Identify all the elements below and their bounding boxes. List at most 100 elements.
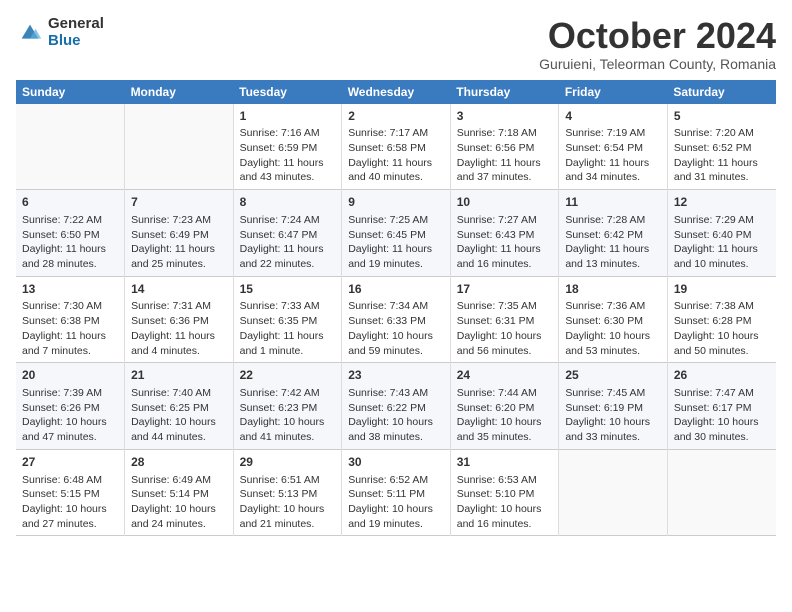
calendar-cell: 30 Sunrise: 6:52 AM Sunset: 5:11 PM Dayli… [342, 449, 451, 536]
day-number: 20 [22, 367, 118, 384]
day-number: 18 [565, 281, 661, 298]
calendar-cell [16, 104, 125, 190]
day-number: 22 [240, 367, 336, 384]
day-info: Sunrise: 7:20 AM Sunset: 6:52 PM Dayligh… [674, 126, 770, 185]
weekday-header-tuesday: Tuesday [233, 80, 342, 104]
day-number: 30 [348, 454, 444, 471]
day-number: 26 [674, 367, 770, 384]
calendar-cell: 13Sunrise: 7:30 AM Sunset: 6:38 PM Dayli… [16, 276, 125, 363]
day-number: 14 [131, 281, 227, 298]
day-info: Sunrise: 6:51 AM Sunset: 5:13 PM Dayligh… [240, 473, 336, 532]
day-number: 16 [348, 281, 444, 298]
day-number: 31 [457, 454, 553, 471]
calendar-cell [667, 449, 776, 536]
calendar-cell: 1Sunrise: 7:16 AM Sunset: 6:59 PM Daylig… [233, 104, 342, 190]
calendar-cell: 29 Sunrise: 6:51 AM Sunset: 5:13 PM Dayli… [233, 449, 342, 536]
weekday-header-monday: Monday [125, 80, 234, 104]
calendar-cell: 25Sunrise: 7:45 AM Sunset: 6:19 PM Dayli… [559, 363, 668, 450]
day-info: Sunrise: 7:31 AM Sunset: 6:36 PM Dayligh… [131, 299, 227, 358]
day-info: Sunrise: 7:40 AM Sunset: 6:25 PM Dayligh… [131, 386, 227, 445]
calendar-cell: 2Sunrise: 7:17 AM Sunset: 6:58 PM Daylig… [342, 104, 451, 190]
day-info: Sunrise: 7:35 AM Sunset: 6:31 PM Dayligh… [457, 299, 553, 358]
day-info: Sunrise: 7:42 AM Sunset: 6:23 PM Dayligh… [240, 386, 336, 445]
weekday-header-sunday: Sunday [16, 80, 125, 104]
title-block: October 2024 Guruieni, Teleorman County,… [539, 16, 776, 72]
calendar-week-row: 20Sunrise: 7:39 AM Sunset: 6:26 PM Dayli… [16, 363, 776, 450]
logo: General Blue [16, 16, 104, 49]
day-info: Sunrise: 6:53 AM Sunset: 5:10 PM Dayligh… [457, 473, 553, 532]
day-info: Sunrise: 7:29 AM Sunset: 6:40 PM Dayligh… [674, 213, 770, 272]
day-number: 23 [348, 367, 444, 384]
calendar-week-row: 6Sunrise: 7:22 AM Sunset: 6:50 PM Daylig… [16, 190, 776, 277]
weekday-header-wednesday: Wednesday [342, 80, 451, 104]
calendar-cell: 3Sunrise: 7:18 AM Sunset: 6:56 PM Daylig… [450, 104, 559, 190]
calendar-week-row: 13Sunrise: 7:30 AM Sunset: 6:38 PM Dayli… [16, 276, 776, 363]
day-number: 9 [348, 194, 444, 211]
day-number: 21 [131, 367, 227, 384]
day-info: Sunrise: 7:23 AM Sunset: 6:49 PM Dayligh… [131, 213, 227, 272]
day-info: Sunrise: 7:28 AM Sunset: 6:42 PM Dayligh… [565, 213, 661, 272]
calendar-cell: 11Sunrise: 7:28 AM Sunset: 6:42 PM Dayli… [559, 190, 668, 277]
day-info: Sunrise: 7:47 AM Sunset: 6:17 PM Dayligh… [674, 386, 770, 445]
calendar-cell: 28 Sunrise: 6:49 AM Sunset: 5:14 PM Dayli… [125, 449, 234, 536]
calendar-cell: 18Sunrise: 7:36 AM Sunset: 6:30 PM Dayli… [559, 276, 668, 363]
day-info: Sunrise: 7:36 AM Sunset: 6:30 PM Dayligh… [565, 299, 661, 358]
calendar-cell: 9Sunrise: 7:25 AM Sunset: 6:45 PM Daylig… [342, 190, 451, 277]
day-info: Sunrise: 7:24 AM Sunset: 6:47 PM Dayligh… [240, 213, 336, 272]
day-info: Sunrise: 6:49 AM Sunset: 5:14 PM Dayligh… [131, 473, 227, 532]
calendar-body: 1Sunrise: 7:16 AM Sunset: 6:59 PM Daylig… [16, 104, 776, 536]
day-info: Sunrise: 7:44 AM Sunset: 6:20 PM Dayligh… [457, 386, 553, 445]
logo-general: General [48, 16, 104, 33]
day-info: Sunrise: 7:19 AM Sunset: 6:54 PM Dayligh… [565, 126, 661, 185]
calendar-cell: 15Sunrise: 7:33 AM Sunset: 6:35 PM Dayli… [233, 276, 342, 363]
day-info: Sunrise: 7:18 AM Sunset: 6:56 PM Dayligh… [457, 126, 553, 185]
calendar-cell [125, 104, 234, 190]
calendar-cell: 5Sunrise: 7:20 AM Sunset: 6:52 PM Daylig… [667, 104, 776, 190]
day-number: 15 [240, 281, 336, 298]
calendar-cell [559, 449, 668, 536]
calendar-table: SundayMondayTuesdayWednesdayThursdayFrid… [16, 80, 776, 537]
day-number: 24 [457, 367, 553, 384]
day-info: Sunrise: 7:38 AM Sunset: 6:28 PM Dayligh… [674, 299, 770, 358]
day-info: Sunrise: 7:33 AM Sunset: 6:35 PM Dayligh… [240, 299, 336, 358]
day-number: 28 [131, 454, 227, 471]
calendar-cell: 26 Sunrise: 7:47 AM Sunset: 6:17 PM Dayli… [667, 363, 776, 450]
day-info: Sunrise: 6:48 AM Sunset: 5:15 PM Dayligh… [22, 473, 118, 532]
day-number: 3 [457, 108, 553, 125]
page-header: General Blue October 2024 Guruieni, Tele… [16, 16, 776, 72]
calendar-cell: 8 Sunrise: 7:24 AM Sunset: 6:47 PM Daylig… [233, 190, 342, 277]
calendar-cell: 12 Sunrise: 7:29 AM Sunset: 6:40 PM Dayli… [667, 190, 776, 277]
month-title: October 2024 [539, 16, 776, 56]
calendar-cell: 24 Sunrise: 7:44 AM Sunset: 6:20 PM Dayli… [450, 363, 559, 450]
logo-text: General Blue [48, 16, 104, 49]
calendar-cell: 16Sunrise: 7:34 AM Sunset: 6:33 PM Dayli… [342, 276, 451, 363]
day-number: 13 [22, 281, 118, 298]
day-info: Sunrise: 7:43 AM Sunset: 6:22 PM Dayligh… [348, 386, 444, 445]
day-info: Sunrise: 6:52 AM Sunset: 5:11 PM Dayligh… [348, 473, 444, 532]
day-number: 29 [240, 454, 336, 471]
logo-icon [16, 19, 44, 47]
weekday-header-friday: Friday [559, 80, 668, 104]
weekday-header-row: SundayMondayTuesdayWednesdayThursdayFrid… [16, 80, 776, 104]
calendar-week-row: 1Sunrise: 7:16 AM Sunset: 6:59 PM Daylig… [16, 104, 776, 190]
calendar-cell: 7Sunrise: 7:23 AM Sunset: 6:49 PM Daylig… [125, 190, 234, 277]
calendar-cell: 10 Sunrise: 7:27 AM Sunset: 6:43 PM Dayli… [450, 190, 559, 277]
day-info: Sunrise: 7:34 AM Sunset: 6:33 PM Dayligh… [348, 299, 444, 358]
calendar-cell: 17Sunrise: 7:35 AM Sunset: 6:31 PM Dayli… [450, 276, 559, 363]
calendar-week-row: 27Sunrise: 6:48 AM Sunset: 5:15 PM Dayli… [16, 449, 776, 536]
calendar-cell: 6Sunrise: 7:22 AM Sunset: 6:50 PM Daylig… [16, 190, 125, 277]
calendar-cell: 22 Sunrise: 7:42 AM Sunset: 6:23 PM Dayli… [233, 363, 342, 450]
location-subtitle: Guruieni, Teleorman County, Romania [539, 56, 776, 72]
calendar-cell: 31 Sunrise: 6:53 AM Sunset: 5:10 PM Dayli… [450, 449, 559, 536]
day-info: Sunrise: 7:30 AM Sunset: 6:38 PM Dayligh… [22, 299, 118, 358]
day-number: 25 [565, 367, 661, 384]
day-info: Sunrise: 7:27 AM Sunset: 6:43 PM Dayligh… [457, 213, 553, 272]
day-number: 8 [240, 194, 336, 211]
calendar-cell: 23 Sunrise: 7:43 AM Sunset: 6:22 PM Dayli… [342, 363, 451, 450]
calendar-cell: 19Sunrise: 7:38 AM Sunset: 6:28 PM Dayli… [667, 276, 776, 363]
day-number: 2 [348, 108, 444, 125]
day-number: 12 [674, 194, 770, 211]
day-number: 10 [457, 194, 553, 211]
day-info: Sunrise: 7:17 AM Sunset: 6:58 PM Dayligh… [348, 126, 444, 185]
calendar-cell: 14Sunrise: 7:31 AM Sunset: 6:36 PM Dayli… [125, 276, 234, 363]
